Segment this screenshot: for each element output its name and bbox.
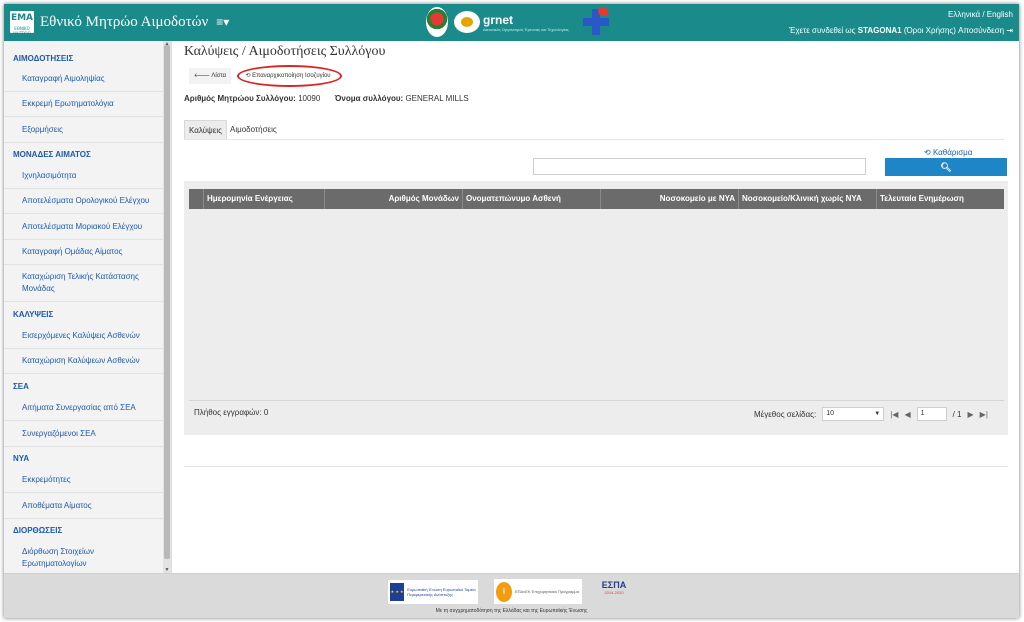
session-info: Έχετε συνδεθεί ως STAGONA1 (Όροι Χρήσης)… [789,26,1013,35]
sidebar-section-corrections: ΔΙΟΡΘΩΣΕΙΣ [13,526,63,535]
page-title: Καλύψεις / Αιμοδοτήσεις Συλλόγου [184,44,386,59]
partner-logos: grnet Δικτυακός Οργανισμός Έρευνας και Τε… [426,7,611,37]
column-header-select[interactable] [189,189,204,209]
column-header-action-date[interactable]: Ημερομηνία Ενέργειας [204,189,325,209]
hamburger-icon[interactable]: ≡▾ [216,15,229,29]
sidebar-item-molecular-results[interactable]: Αποτελέσματα Μοριακού Ελέγχου [22,221,152,233]
language-switch[interactable]: Ελληνικά / English [948,10,1013,19]
page-size-select[interactable]: 10 ▼ [822,407,885,421]
footer: ★ ★ ★ Ευρωπαϊκή Ένωση Ευρωπαϊκό Ταμείο Π… [4,573,1019,618]
eu-flag-icon: ★ ★ ★ [390,583,405,601]
page-size-label: Μέγεθος σελίδας: [754,409,817,419]
highlight-annotation [237,65,342,87]
scrollbar-thumb[interactable] [164,45,170,559]
sidebar-item-partner-sea[interactable]: Συνεργαζόμενοι ΣΕΑ [22,428,152,440]
site-title[interactable]: Εθνικό Μητρώο Αιμοδοτών [40,14,208,31]
column-header-patient-name[interactable]: Ονοματεπώνυμο Ασθενή [463,189,601,209]
search-input[interactable] [533,158,866,175]
sidebar-item-campaigns[interactable]: Εξορμήσεις [22,124,152,136]
column-header-unit-count[interactable]: Αριθμός Μονάδων [325,189,463,209]
sidebar-item-questionnaire-correction[interactable]: Διόρθωση Στοιχείων Ερωτηματολογίων [22,546,152,570]
tab-coverages[interactable]: Καλύψεις [184,120,227,140]
sidebar-section-coverages: ΚΑΛΥΨΕΙΣ [13,310,54,319]
grid-header: Ημερομηνία Ενέργειας Αριθμός Μονάδων Ονο… [189,189,1004,209]
sidebar-section-nya: ΝΥΑ [13,454,30,463]
medical-cross-logo [581,7,611,37]
grid-footer-divider [189,400,1004,401]
tab-donations[interactable]: Αιμοδοτήσεις [226,120,281,140]
sidebar-item-incoming-coverages[interactable]: Εισερχόμενες Καλύψεις Ασθενών [22,330,152,342]
sidebar-item-pending[interactable]: Εκκρεμότητες [22,474,152,486]
site-logo[interactable]: EMA ΕΘΝΙΚΟ ΜΗΤΡΩΟ [10,11,34,36]
first-page-icon[interactable]: |◀ [890,410,898,419]
session-user: STAGONA1 [857,26,902,35]
association-name-value: GENERAL MILLS [403,94,469,103]
sidebar-item-register-coverages[interactable]: Καταχώριση Καλύψεων Ασθενών [22,355,152,367]
content-divider [184,466,1008,467]
sidebar-item-blood-stock[interactable]: Αποθέματα Αίματος [22,500,152,512]
results-grid: Ημερομηνία Ενέργειας Αριθμός Μονάδων Ονο… [184,181,1008,435]
sidebar-section-blood-units: ΜΟΝΑΔΕΣ ΑΙΜΑΤΟΣ [13,150,91,159]
footer-note: Με τη συγχρηματοδότηση της Ελλάδας και τ… [435,608,588,614]
sidebar-item-serology-results[interactable]: Αποτελέσματα Ορολογικού Ελέγχου [22,195,152,207]
sidebar-item-record-donation[interactable]: Καταγραφή Αιμοληψίας [22,73,152,85]
brand[interactable]: EMA ΕΘΝΙΚΟ ΜΗΤΡΩΟ Εθνικό Μητρώο Αιμοδοτών… [10,11,229,36]
sidebar-item-blood-group[interactable]: Καταγραφή Ομάδας Αίματος [22,246,152,258]
column-header-last-update[interactable]: Τελευταία Ενημέρωση [877,189,1004,209]
sidebar-section-donations: ΑΙΜΟΔΟΤΗΣΕΙΣ [13,54,74,63]
eu-logo: ★ ★ ★ Ευρωπαϊκή Ένωση Ευρωπαϊκό Ταμείο Π… [388,580,478,604]
undo-icon: ⟲ [924,148,931,157]
sidebar-item-traceability[interactable]: Ιχνηλασιμότητα [22,170,152,182]
sidebar-scrollbar[interactable]: ▲ ▼ [163,41,171,573]
tab-divider [184,139,1004,140]
last-page-icon[interactable]: ▶| [980,410,988,419]
logout-icon[interactable]: ⇥ [1006,26,1013,35]
arrow-left-icon: 🡐 [193,73,210,79]
info-mark-icon: i [496,581,512,602]
sidebar-section-sea: ΣΕΑ [13,382,29,391]
registry-label: Αριθμός Μητρώου Συλλόγου: [184,94,296,103]
pager: Μέγεθος σελίδας: 10 ▼ |◀ ◀ 1 / 1 ▶ ▶| [754,407,988,421]
association-name-label: Όνομα συλλόγου: [334,94,404,103]
sidebar: ΑΙΜΟΔΟΤΗΣΕΙΣ Καταγραφή Αιμοληψίας Εκκρεμ… [4,41,172,573]
espa-logo: ΕΣΠΑ 2014-2020 [601,580,627,595]
search-icon: 🔍︎ [940,162,952,172]
app-window: EMA ΕΘΝΙΚΟ ΜΗΤΡΩΟ Εθνικό Μητρώο Αιμοδοτών… [4,4,1019,618]
epanek-logo: i ΕΠΑνΕΚ Επιχειρησιακό Πρόγραμμα [494,579,582,604]
chevron-down-icon: ▼ [874,411,881,417]
search-button[interactable]: 🔍︎ [885,158,1007,176]
back-to-list-button[interactable]: 🡐 Λίστα [189,68,231,84]
grnet-mark-icon [454,11,480,33]
page-total: / 1 [952,409,962,419]
association-info: Αριθμός Μητρώου Συλλόγου: 10090 Όνομα συ… [184,94,469,103]
grnet-logo: grnet Δικτυακός Οργανισμός Έρευνας και Τε… [454,11,569,33]
page-number-input[interactable]: 1 [916,407,947,421]
sidebar-item-unit-final-status[interactable]: Καταχώριση Τελικής Κατάστασης Μονάδας [22,271,152,295]
record-count: Πλήθος εγγραφών: 0 [194,408,269,417]
sidebar-item-pending-questionnaires[interactable]: Εκκρεμή Ερωτηματολόγια [22,98,152,110]
registry-value: 10090 [295,94,321,103]
next-page-icon[interactable]: ▶ [968,410,974,419]
prev-page-icon[interactable]: ◀ [904,410,910,419]
session-links[interactable]: (Όροι Χρήσης) Αποσύνδεση [902,26,1004,35]
column-header-hospital-no-nya[interactable]: Νοσοκομείο/Κλινική χωρίς ΝΥΑ [739,189,877,209]
clear-filter-link[interactable]: ⟲ Καθάρισμα [924,148,972,157]
skea-logo [426,7,448,37]
sidebar-item-sea-requests[interactable]: Αιτήματα Συνεργασίας από ΣΕΑ [22,402,152,414]
column-header-hospital-nya[interactable]: Νοσοκομείο με ΝΥΑ [601,189,739,209]
top-bar: EMA ΕΘΝΙΚΟ ΜΗΤΡΩΟ Εθνικό Μητρώο Αιμοδοτών… [4,4,1019,41]
